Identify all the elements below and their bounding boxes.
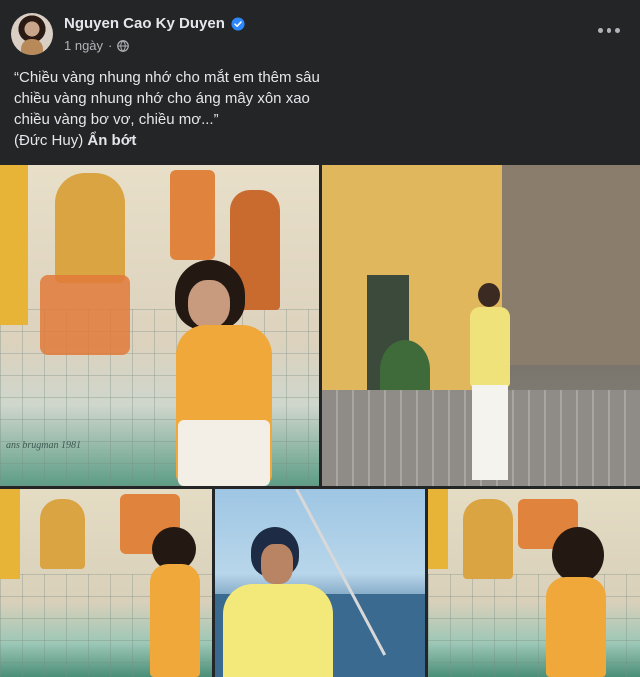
mural-inscription: ans brugman 1981 [6,440,82,451]
author-row: Nguyen Cao Ky Duyen [64,15,245,32]
caption-line: “Chiều vàng nhung nhớ cho mắt em thêm sâ… [14,69,320,86]
mural-figure [40,275,130,355]
man-shirt [223,584,333,677]
mural-figure [40,499,85,569]
caption-credit-row: (Đức Huy) Ẩn bớt [14,130,614,151]
post-photo-2[interactable] [322,165,640,486]
post-header: Nguyen Cao Ky Duyen 1 ngày · [0,0,640,64]
stone-building [492,165,640,365]
post-meta: 1 ngày · [64,38,130,53]
post-caption: “Chiều vàng nhung nhớ cho mắt em thêm sâ… [14,67,614,151]
mural-figure [170,170,215,260]
more-options-icon[interactable] [598,23,621,37]
see-less-link[interactable]: Ẩn bớt [87,132,136,149]
man-head [478,283,500,307]
woman-dress [546,577,606,677]
post-photo-1[interactable]: ans brugman 1981 [0,165,319,486]
woman-dress [150,564,200,677]
caption-line: chiều vàng nhung nhớ cho áng mây xôn xao [14,90,310,107]
mural-border [428,489,448,569]
caption-credit: (Đức Huy) [14,132,84,149]
author-name[interactable]: Nguyen Cao Ky Duyen [64,15,225,32]
post-time[interactable]: 1 ngày [64,38,103,53]
author-avatar[interactable] [11,13,53,55]
mural-figure [463,499,513,579]
mural-figure [55,173,125,283]
woman-dress-lower [178,420,270,486]
man-face [261,544,293,584]
woman-face [188,280,230,328]
globe-icon[interactable] [117,39,130,52]
man-trousers [472,385,508,480]
post-photo-4[interactable] [215,489,425,677]
woman-hair [552,527,604,583]
verified-badge-icon [231,16,245,31]
mural-border [0,489,20,579]
post-photo-5[interactable] [428,489,640,677]
meta-separator: · [108,38,113,53]
caption-line: chiều vàng bơ vơ, chiều mơ...” [14,111,219,128]
post-photo-3[interactable] [0,489,212,677]
tile-wall [428,573,640,677]
man-shirt [470,307,510,387]
mural-border [0,165,28,325]
